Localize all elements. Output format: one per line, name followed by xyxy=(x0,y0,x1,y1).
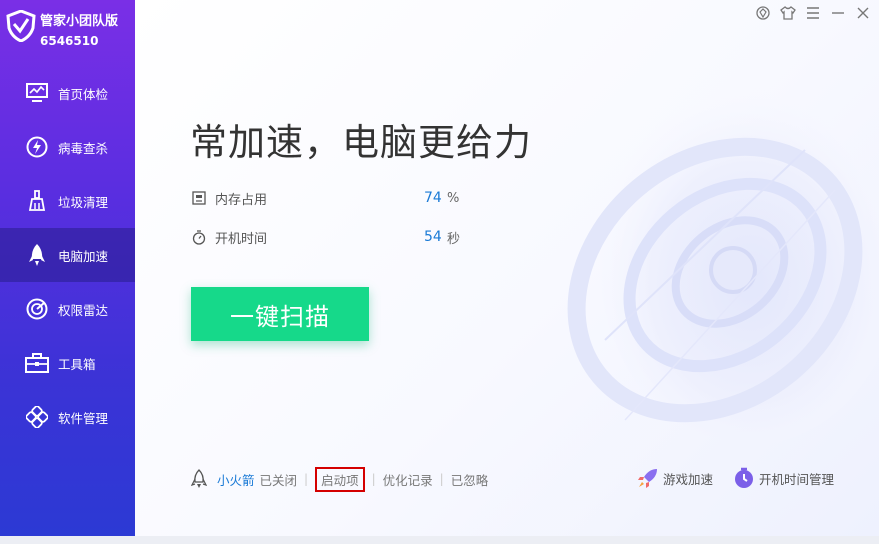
sidebar-item-virus[interactable]: 病毒查杀 xyxy=(0,120,135,174)
sidebar-item-software[interactable]: 软件管理 xyxy=(0,390,135,444)
minimize-icon[interactable] xyxy=(829,4,846,22)
broom-icon xyxy=(25,189,49,213)
menu-icon[interactable] xyxy=(804,4,821,22)
app-window: 管家小团队版 6546510 首页体检 病毒查杀 垃圾清理 电脑加速 权限雷达 … xyxy=(0,0,879,544)
footer-left: 小火箭 已关闭 | 启动项 | 优化记录 | 已忽略 xyxy=(191,466,489,492)
main-panel: 常加速，电脑更给力 内存占用 74 % 开机时间 54 秒 一键扫描 小火箭 已… xyxy=(135,0,879,536)
close-icon[interactable] xyxy=(854,4,871,22)
sidebar: 管家小团队版 6546510 首页体检 病毒查杀 垃圾清理 电脑加速 权限雷达 … xyxy=(0,0,135,544)
decorative-planet-illustration xyxy=(567,85,879,445)
small-rocket-status: 已关闭 xyxy=(259,472,298,488)
page-title: 常加速，电脑更给力 xyxy=(190,121,532,164)
uptime-row: 开机时间 54 秒 xyxy=(191,227,460,247)
brand-name: 管家小团队版 xyxy=(40,14,119,29)
game-boost-label: 游戏加速 xyxy=(663,471,714,487)
boot-time-manager-button[interactable]: 开机时间管理 xyxy=(733,467,834,489)
radar-icon xyxy=(25,297,49,321)
sidebar-item-toolbox[interactable]: 工具箱 xyxy=(0,336,135,390)
game-boost-button[interactable]: 游戏加速 xyxy=(637,467,713,489)
sidebar-item-label: 工具箱 xyxy=(58,356,96,372)
sidebar-item-label: 垃圾清理 xyxy=(58,194,109,210)
sidebar-item-label: 首页体检 xyxy=(58,86,109,102)
tshirt-icon[interactable] xyxy=(779,4,796,22)
sidebar-item-radar[interactable]: 权限雷达 xyxy=(0,282,135,336)
uptime-label: 开机时间 xyxy=(215,231,268,247)
shield-logo-icon xyxy=(6,9,36,43)
window-bottom-border xyxy=(0,536,879,544)
monitor-icon xyxy=(25,81,49,105)
separator: | xyxy=(439,472,444,486)
uptime-unit: 秒 xyxy=(447,231,461,247)
rocket-icon xyxy=(25,243,49,267)
sidebar-item-label: 软件管理 xyxy=(58,410,109,426)
sidebar-item-label: 电脑加速 xyxy=(58,248,109,264)
uptime-value: 54 xyxy=(424,229,442,245)
memory-chip-icon xyxy=(191,190,207,206)
lightning-shield-icon xyxy=(25,135,49,159)
stopwatch-icon xyxy=(191,229,207,245)
memory-usage-row: 内存占用 74 % xyxy=(191,188,459,208)
sidebar-item-clean[interactable]: 垃圾清理 xyxy=(0,174,135,228)
window-controls xyxy=(754,4,871,22)
skin-diamond-icon[interactable] xyxy=(754,4,771,22)
one-click-scan-button[interactable]: 一键扫描 xyxy=(191,287,369,341)
game-rocket-icon xyxy=(637,467,659,489)
memory-usage-unit: % xyxy=(447,190,460,206)
account-id: 6546510 xyxy=(40,34,99,48)
toolbox-icon xyxy=(25,351,49,375)
sidebar-item-speed[interactable]: 电脑加速 xyxy=(0,228,135,282)
boot-time-manager-label: 开机时间管理 xyxy=(759,471,835,487)
sidebar-item-home[interactable]: 首页体检 xyxy=(0,66,135,120)
small-rocket-link[interactable]: 小火箭 xyxy=(217,470,255,489)
memory-usage-label: 内存占用 xyxy=(215,192,268,208)
memory-usage-value: 74 xyxy=(424,190,442,206)
small-rocket-icon xyxy=(191,469,209,489)
footer-right: 游戏加速 开机时间管理 xyxy=(637,466,854,490)
boot-timer-icon xyxy=(733,467,755,489)
ignored-link[interactable]: 已忽略 xyxy=(451,470,489,489)
brand: 管家小团队版 6546510 xyxy=(6,8,131,54)
optimize-history-link[interactable]: 优化记录 xyxy=(383,470,433,489)
separator: | xyxy=(304,472,309,486)
sidebar-nav: 首页体检 病毒查杀 垃圾清理 电脑加速 权限雷达 工具箱 软件管理 xyxy=(0,66,135,444)
sidebar-item-label: 权限雷达 xyxy=(58,302,109,318)
startup-items-link[interactable]: 启动项 xyxy=(315,466,365,492)
apps-icon xyxy=(25,405,49,429)
separator: | xyxy=(371,472,376,486)
sidebar-item-label: 病毒查杀 xyxy=(58,140,109,156)
